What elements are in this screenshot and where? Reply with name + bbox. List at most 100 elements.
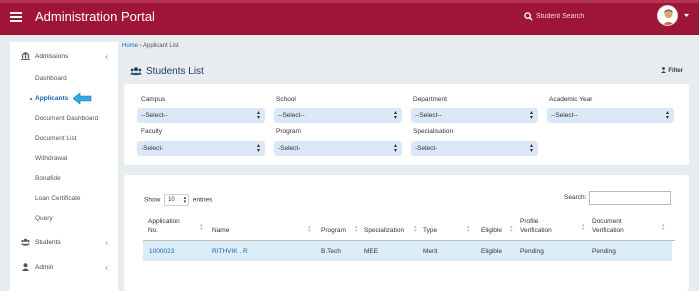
specialisation-label: Specialisation — [413, 128, 454, 135]
sidebar-item-applicants[interactable]: Applicants — [10, 90, 118, 108]
program-label: Program — [276, 128, 301, 135]
sidebar-item-loan-certificate[interactable]: Loan Certificate — [10, 190, 118, 208]
column-header-line: Program — [321, 227, 346, 234]
sort-icon: ▴ ▾ — [582, 222, 585, 232]
filter-label: Filter — [668, 68, 683, 74]
school-select[interactable]: --Select-- ▴ ▾ — [274, 108, 402, 123]
app-title: Administration Portal — [35, 9, 155, 24]
sidebar-item-document-dashboard[interactable]: Document Dashboard — [10, 110, 118, 128]
program-select[interactable]: -Select- ▴ ▾ — [274, 141, 402, 156]
column-header-line: Verification — [592, 227, 624, 234]
sort-icon: ▴ ▾ — [510, 224, 513, 234]
sidebar-item-label: Withdrawal — [35, 155, 68, 162]
applicant-name-link[interactable]: RITHVIK . R — [212, 248, 248, 255]
hamburger-menu-icon[interactable] — [10, 12, 22, 22]
department-select[interactable]: --Select-- ▴ ▾ — [411, 108, 538, 123]
column-header-type[interactable]: Type ▴ ▾ — [423, 225, 470, 235]
sidebar-item-label: Document Dashboard — [35, 115, 99, 122]
sidebar-section-label: Admissions — [35, 53, 69, 60]
table-search-input[interactable] — [589, 191, 671, 205]
sort-icon: ▴ ▾ — [308, 224, 311, 234]
column-header-specialization[interactable]: Specialization ▴ ▾ — [364, 225, 417, 235]
faculty-select[interactable]: -Select- ▴ ▾ — [137, 141, 265, 156]
sidebar-item-label: Bonafide — [35, 175, 61, 182]
academic-year-select[interactable]: --Select-- ▴ ▾ — [547, 108, 674, 123]
specialisation-select[interactable]: -Select- ▴ ▾ — [411, 141, 538, 156]
column-header-eligible[interactable]: Eligible ▴ ▾ — [481, 225, 513, 235]
department-label: Department — [413, 96, 447, 103]
search-icon[interactable] — [524, 12, 533, 21]
sort-arrows-icon: ▴ ▾ — [529, 143, 533, 154]
specialisation-select-value: -Select- — [415, 145, 438, 152]
campus-select[interactable]: --Select-- ▴ ▾ — [137, 108, 265, 123]
campus-label: Campus — [141, 96, 166, 103]
column-header-profile-verification[interactable]: Profile Verification ▴ ▾ — [520, 217, 585, 235]
sidebar-item-query[interactable]: Query — [10, 210, 118, 228]
column-header-name[interactable]: Name ▴ ▾ — [212, 225, 311, 235]
sidebar-section-label: Students — [35, 239, 61, 246]
school-label: School — [276, 96, 296, 103]
active-bullet-icon — [30, 98, 32, 100]
chevron-down-icon[interactable] — [684, 13, 689, 18]
column-header-line: Type — [423, 227, 438, 234]
show-entries-control: Show 10 ▴ ▾ entries — [144, 194, 212, 206]
column-header-document-verification[interactable]: Document Verification ▴ ▾ — [592, 217, 665, 235]
sidebar: Admissions ‹ Dashboard Applicants Docume… — [10, 42, 118, 291]
breadcrumb-home-link[interactable]: Home — [122, 43, 138, 49]
sidebar-section-admin[interactable]: Admin ‹ — [10, 257, 118, 279]
user-avatar[interactable] — [657, 5, 678, 26]
faculty-select-value: -Select- — [141, 145, 164, 152]
sidebar-item-label: Loan Certificate — [35, 195, 81, 202]
entries-label: entries — [192, 196, 213, 204]
profile-verification-cell: Pending — [520, 248, 544, 255]
school-select-value: --Select-- — [278, 112, 305, 119]
breadcrumb-separator: › — [139, 43, 142, 49]
entries-value: 10 — [168, 197, 175, 203]
academic-year-label: Academic Year — [549, 96, 593, 103]
entries-per-page-select[interactable]: 10 ▴ ▾ — [164, 194, 190, 206]
institution-icon — [21, 52, 30, 60]
program-cell: B.Tech — [321, 248, 341, 255]
sidebar-item-label: Query — [35, 215, 53, 222]
chevron-left-icon: ‹ — [105, 263, 108, 272]
student-search-input[interactable] — [536, 8, 641, 24]
sidebar-item-dashboard[interactable]: Dashboard — [10, 70, 118, 88]
sort-icon: ▴ ▾ — [467, 224, 470, 234]
sort-arrows-icon: ▴ ▾ — [256, 110, 260, 121]
user-filter-icon — [661, 67, 667, 73]
faculty-label: Faculty — [141, 128, 162, 135]
page-header: Students List Filter — [118, 60, 693, 82]
column-header-line: Name — [212, 227, 230, 234]
sidebar-item-document-list[interactable]: Document List — [10, 130, 118, 148]
document-verification-cell: Pending — [592, 248, 616, 255]
filter-button[interactable]: Filter — [661, 67, 683, 74]
sidebar-section-students[interactable]: Students ‹ — [10, 232, 118, 254]
sidebar-section-admissions[interactable]: Admissions ‹ — [10, 46, 118, 68]
user-icon — [21, 263, 30, 271]
department-select-value: --Select-- — [415, 112, 442, 119]
chevron-left-icon: ‹ — [105, 238, 108, 247]
sidebar-item-label: Dashboard — [35, 75, 67, 82]
sort-arrows-icon: ▴ ▾ — [183, 195, 187, 205]
breadcrumb: Home › Applicant List — [122, 43, 179, 49]
sort-arrows-icon: ▴ ▾ — [256, 143, 260, 154]
sidebar-item-label: Applicants — [35, 95, 69, 102]
specialization-cell: MEE — [364, 248, 379, 255]
application-no-link[interactable]: 1000023 — [149, 248, 174, 255]
column-header-line: Verification — [520, 227, 552, 234]
arrow-left-icon — [73, 92, 92, 105]
top-navbar: Administration Portal — [0, 0, 699, 35]
column-header-program[interactable]: Program ▴ ▾ — [321, 225, 358, 235]
sidebar-item-label: Document List — [35, 135, 77, 142]
sort-arrows-icon: ▴ ▾ — [393, 110, 397, 121]
breadcrumb-current: Applicant List — [143, 43, 179, 49]
column-header-line: Application — [148, 218, 180, 225]
chevron-left-icon: ‹ — [105, 52, 108, 61]
sort-icon: ▴ ▾ — [200, 222, 203, 232]
column-header-line: No. — [148, 227, 159, 234]
column-header-line: Specialization — [364, 227, 405, 234]
sidebar-item-withdrawal[interactable]: Withdrawal — [10, 150, 118, 168]
sidebar-item-bonafide[interactable]: Bonafide — [10, 170, 118, 188]
eligible-cell: Eligible — [481, 248, 502, 255]
column-header-application-no[interactable]: Application No. ▴ ▾ — [148, 217, 203, 235]
